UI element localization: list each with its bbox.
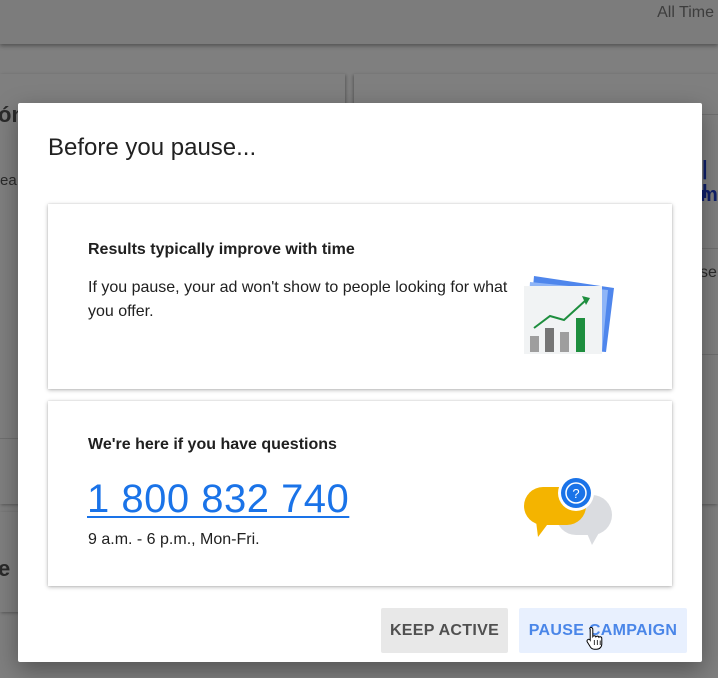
support-hours: 9 a.m. - 6 p.m., Mon-Fri. bbox=[88, 531, 260, 548]
hand-cursor-icon bbox=[586, 626, 603, 650]
chat-question-icon: ? bbox=[524, 475, 612, 545]
background-top-bar: All Time bbox=[0, 0, 718, 44]
dialog-title: Before you pause... bbox=[48, 134, 257, 161]
results-card-heading: Results typically improve with time bbox=[88, 241, 355, 258]
background-fragment: ea bbox=[0, 172, 17, 189]
chart-growth-icon bbox=[524, 276, 614, 354]
results-card-body: If you pause, your ad won't show to peop… bbox=[88, 279, 508, 320]
keep-active-button[interactable]: KEEP ACTIVE bbox=[381, 608, 508, 653]
support-phone-link[interactable]: 1 800 832 740 bbox=[87, 477, 349, 522]
support-card: We're here if you have questions 1 800 8… bbox=[48, 401, 672, 586]
background-link: m bbox=[700, 184, 718, 206]
svg-text:?: ? bbox=[572, 486, 579, 501]
results-card: Results typically improve with time If y… bbox=[48, 204, 672, 389]
background-fragment: se bbox=[700, 264, 717, 281]
time-filter[interactable]: All Time bbox=[657, 4, 714, 22]
support-card-heading: We're here if you have questions bbox=[88, 436, 337, 453]
background-fragment: e bbox=[0, 556, 11, 581]
pause-confirmation-dialog: Before you pause... Results typically im… bbox=[18, 103, 702, 662]
